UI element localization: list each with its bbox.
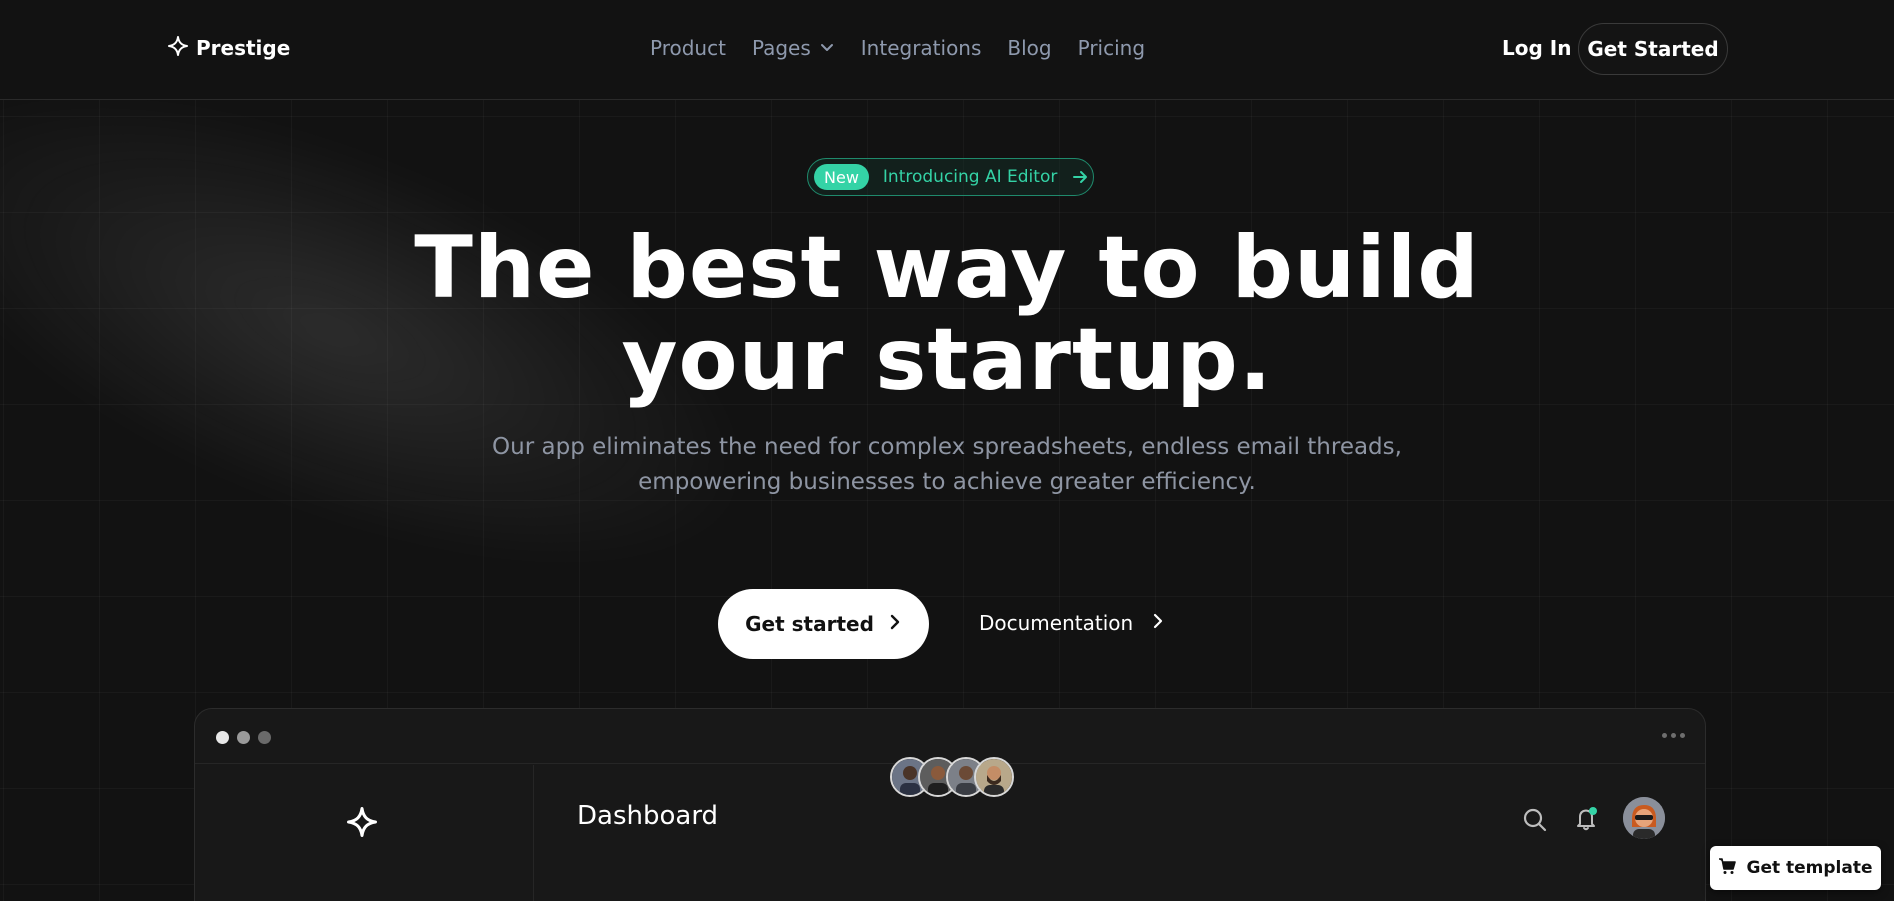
search-icon[interactable]: [1522, 807, 1548, 837]
nav-item-pricing[interactable]: Pricing: [1078, 36, 1145, 60]
bell-icon[interactable]: [1573, 805, 1601, 837]
window-dot: [237, 731, 250, 744]
nav-item-product[interactable]: Product: [650, 36, 726, 60]
get-started-label: Get started: [745, 612, 874, 636]
window-title-bar: [195, 709, 1705, 764]
hero-subtitle-line-1: Our app eliminates the need for complex …: [492, 434, 1402, 460]
documentation-link[interactable]: Documentation: [979, 611, 1165, 635]
documentation-label: Documentation: [979, 611, 1134, 635]
get-started-button[interactable]: Get started: [718, 589, 929, 659]
login-link[interactable]: Log In: [1502, 36, 1571, 60]
dashboard-title: Dashboard: [577, 801, 719, 831]
dashboard-sidebar: [195, 765, 534, 901]
nav-item-blog[interactable]: Blog: [1007, 36, 1051, 60]
landing-page: Prestige Product Pages Integrations Blog…: [0, 0, 1894, 901]
get-template-button[interactable]: Get template: [1710, 846, 1881, 890]
brand-logo[interactable]: Prestige: [168, 36, 290, 60]
nav-item-pages[interactable]: Pages: [752, 36, 835, 60]
window-dot: [216, 731, 229, 744]
chevron-right-icon: [1151, 611, 1165, 635]
hero-title: The best way to build your startup.: [397, 222, 1497, 406]
hero-subtitle-line-2: empowering businesses to achieve greater…: [638, 469, 1256, 495]
site-header: Prestige Product Pages Integrations Blog…: [0, 0, 1894, 100]
dashboard-preview-window: Dashboard: [194, 708, 1706, 901]
nav-item-label: Pages: [751, 36, 811, 60]
window-dot: [258, 731, 271, 744]
avatar: [974, 757, 1014, 797]
hero-title-line-1: The best way to build: [414, 218, 1480, 318]
sparkle-icon: [168, 36, 188, 60]
user-avatar[interactable]: [1623, 797, 1665, 839]
get-template-label: Get template: [1746, 858, 1873, 878]
chevron-down-icon: [819, 36, 835, 60]
cart-icon: [1718, 857, 1737, 880]
chevron-right-icon: [888, 612, 902, 636]
sparkle-icon[interactable]: [347, 807, 377, 841]
get-started-header-button[interactable]: Get Started: [1578, 23, 1728, 75]
hero-title-line-2: your startup.: [621, 310, 1273, 410]
arrow-right-icon: [1071, 168, 1089, 186]
announcement-text: Introducing AI Editor: [882, 167, 1058, 187]
collaborator-avatars: [890, 757, 1014, 797]
brand-name: Prestige: [196, 36, 291, 60]
announcement-badge[interactable]: New Introducing AI Editor: [807, 158, 1094, 196]
nav-item-integrations[interactable]: Integrations: [861, 36, 982, 60]
main-nav: Product Pages Integrations Blog Pricing: [650, 36, 1145, 60]
more-icon[interactable]: [1662, 733, 1685, 738]
hero-subtitle: Our app eliminates the need for complex …: [447, 430, 1447, 500]
new-pill: New: [814, 164, 869, 190]
